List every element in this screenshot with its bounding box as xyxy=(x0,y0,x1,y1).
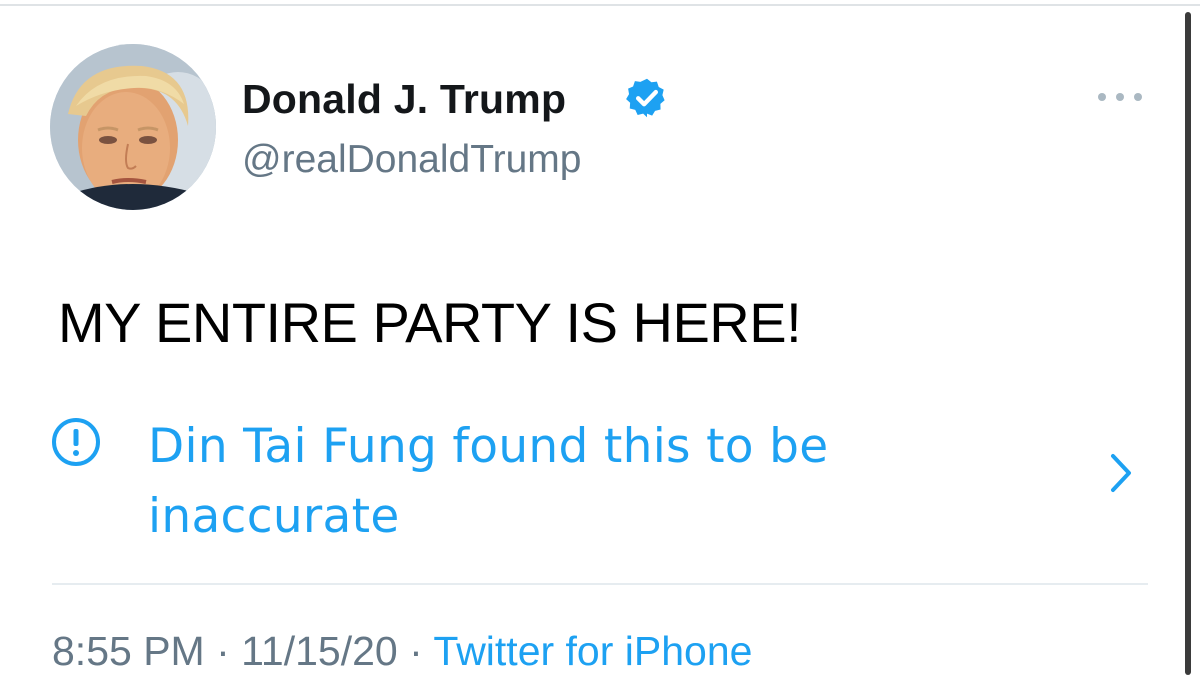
more-dot xyxy=(1134,93,1142,101)
author-handle[interactable]: @realDonaldTrump xyxy=(242,138,581,182)
avatar[interactable] xyxy=(50,44,216,210)
more-options-icon[interactable] xyxy=(1094,82,1146,112)
chevron-right-icon[interactable] xyxy=(1106,450,1136,496)
meta-separator: · xyxy=(204,628,242,674)
more-dot xyxy=(1116,93,1124,101)
misleading-notice-link[interactable]: Din Tai Fung found this to be inaccurate xyxy=(148,412,1008,552)
exclamation-circle-icon[interactable] xyxy=(50,416,102,468)
tweet-source-link[interactable]: Twitter for iPhone xyxy=(433,628,752,674)
display-name[interactable]: Donald J. Trump xyxy=(242,76,566,123)
meta-separator: · xyxy=(397,628,434,674)
tweet-time: 8:55 PM xyxy=(52,628,205,674)
top-divider xyxy=(0,4,1200,6)
avatar-image xyxy=(50,44,216,210)
more-dot xyxy=(1098,93,1106,101)
meta-divider xyxy=(52,583,1148,585)
tweet-date: 11/15/20 xyxy=(241,628,398,674)
scrollbar[interactable] xyxy=(1185,12,1191,675)
verified-badge-icon xyxy=(626,78,665,118)
tweet-meta: 8:55 PM · 11/15/20 · Twitter for iPhone xyxy=(52,628,752,675)
tweet-text: MY ENTIRE PARTY IS HERE! xyxy=(58,291,802,354)
tweet-detail-view: Donald J. Trump @realDonaldTrump MY ENTI… xyxy=(0,0,1200,675)
